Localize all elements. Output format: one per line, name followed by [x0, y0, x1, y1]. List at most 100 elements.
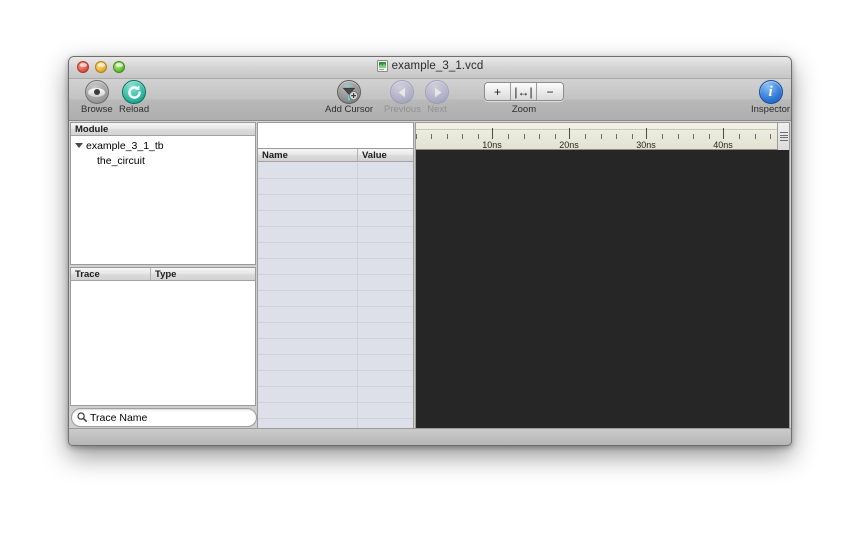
signal-row-value — [358, 403, 413, 418]
search-input[interactable]: Trace Name — [71, 408, 257, 427]
signal-row-name — [258, 163, 358, 178]
signal-row[interactable] — [258, 355, 413, 371]
signal-row[interactable] — [258, 323, 413, 339]
signal-row-name — [258, 371, 358, 386]
ruler-major-tick — [569, 128, 570, 139]
window-title: example_3_1.vcd — [391, 60, 484, 72]
signal-row[interactable] — [258, 243, 413, 259]
ruler-minor-tick — [462, 134, 464, 139]
next-label: Next — [427, 104, 447, 115]
signal-row[interactable] — [258, 195, 413, 211]
signal-row[interactable] — [258, 163, 413, 179]
signal-row-list[interactable] — [258, 163, 413, 444]
next-icon — [425, 80, 449, 104]
column-header-trace[interactable]: Trace — [71, 268, 151, 280]
ruler-top-line — [416, 129, 789, 130]
module-tree-row-child[interactable]: the_circuit — [71, 153, 255, 168]
zoom-fit-icon[interactable]: |↔| — [511, 83, 537, 100]
module-tree-row-root[interactable]: example_3_1_tb — [71, 138, 255, 153]
signal-row[interactable] — [258, 307, 413, 323]
signal-row-value — [358, 387, 413, 402]
previous-label: Previous — [384, 104, 421, 115]
main-content: Module example_3_1_tb the_circuit Trace … — [69, 122, 791, 445]
signal-row[interactable] — [258, 259, 413, 275]
waveform-canvas[interactable] — [416, 151, 789, 444]
signal-row-value — [358, 291, 413, 306]
signal-row[interactable] — [258, 275, 413, 291]
signal-row-value — [358, 243, 413, 258]
signal-row-name — [258, 179, 358, 194]
signal-row-name — [258, 339, 358, 354]
signal-row[interactable] — [258, 339, 413, 355]
zoom-control-group: + |↔| − Zoom — [484, 82, 564, 115]
waveform-panel: 10ns 20ns 30ns 40ns — [415, 122, 790, 445]
signal-row-value — [358, 339, 413, 354]
trace-panel: Trace Type — [70, 267, 256, 406]
column-header-name[interactable]: Name — [258, 149, 358, 161]
disclosure-triangle-icon[interactable] — [75, 143, 83, 148]
ruler-minor-tick — [708, 134, 710, 139]
ruler-minor-tick — [539, 134, 541, 139]
signal-row-value — [358, 355, 413, 370]
reload-icon — [122, 80, 147, 104]
signal-panel-spacer — [258, 123, 413, 149]
status-bar — [69, 428, 791, 445]
ruler-minor-tick — [600, 134, 602, 139]
ruler-label: 20ns — [559, 140, 579, 150]
list-menu-icon[interactable] — [777, 123, 789, 150]
zoom-caption: Zoom — [511, 104, 537, 115]
zoom-out-icon[interactable]: − — [537, 83, 563, 100]
signal-row-value — [358, 195, 413, 210]
column-header-value[interactable]: Value — [358, 149, 413, 161]
add-cursor-button[interactable]: Add Cursor — [325, 80, 373, 115]
title-bar: example_3_1.vcd — [69, 57, 791, 79]
resize-grip[interactable] — [776, 431, 789, 444]
signal-row[interactable] — [258, 211, 413, 227]
browse-button[interactable]: Browse — [81, 80, 113, 115]
add-cursor-label: Add Cursor — [325, 104, 374, 115]
ruler-minor-tick — [431, 134, 433, 139]
ruler-major-tick — [492, 128, 493, 139]
signal-row-value — [358, 307, 413, 322]
left-column: Module example_3_1_tb the_circuit Trace … — [70, 122, 257, 445]
ruler-minor-tick — [616, 134, 618, 139]
info-icon: i — [758, 80, 783, 104]
signal-row[interactable] — [258, 227, 413, 243]
signal-row-value — [358, 275, 413, 290]
signal-row-name — [258, 259, 358, 274]
zoom-segmented-control[interactable]: + |↔| − — [484, 82, 564, 101]
ruler-minor-tick — [585, 134, 587, 139]
signal-row-name — [258, 291, 358, 306]
signal-row[interactable] — [258, 371, 413, 387]
search-icon — [77, 409, 87, 427]
ruler-minor-tick — [508, 134, 510, 139]
ruler-minor-tick — [739, 134, 741, 139]
search-placeholder: Trace Name — [90, 411, 148, 424]
module-name-root: example_3_1_tb — [86, 139, 164, 152]
module-tree: example_3_1_tb the_circuit — [71, 136, 255, 168]
previous-icon — [390, 80, 415, 104]
signal-row[interactable] — [258, 179, 413, 195]
next-button[interactable]: Next — [425, 80, 449, 115]
ruler-minor-tick — [677, 134, 679, 139]
ruler-major-tick — [723, 128, 724, 139]
ruler-minor-tick — [770, 134, 772, 139]
inspector-label: Inspector — [751, 104, 791, 115]
timeline-ruler[interactable]: 10ns 20ns 30ns 40ns — [416, 123, 789, 150]
column-header-type[interactable]: Type — [151, 268, 255, 280]
signal-row-value — [358, 323, 413, 338]
window-title-group: example_3_1.vcd — [69, 60, 791, 72]
signal-row[interactable] — [258, 291, 413, 307]
reload-label: Reload — [119, 104, 150, 115]
signal-row[interactable] — [258, 387, 413, 403]
signal-row[interactable] — [258, 403, 413, 419]
zoom-in-icon[interactable]: + — [485, 83, 511, 100]
reload-button[interactable]: Reload — [119, 80, 149, 115]
ruler-label: 40ns — [713, 140, 733, 150]
previous-button[interactable]: Previous — [384, 80, 421, 115]
ruler-label: 30ns — [636, 140, 656, 150]
column-header-module[interactable]: Module — [71, 123, 255, 135]
signal-row-value — [358, 227, 413, 242]
inspector-button[interactable]: i Inspector — [751, 80, 790, 115]
ruler-minor-tick — [693, 134, 695, 139]
